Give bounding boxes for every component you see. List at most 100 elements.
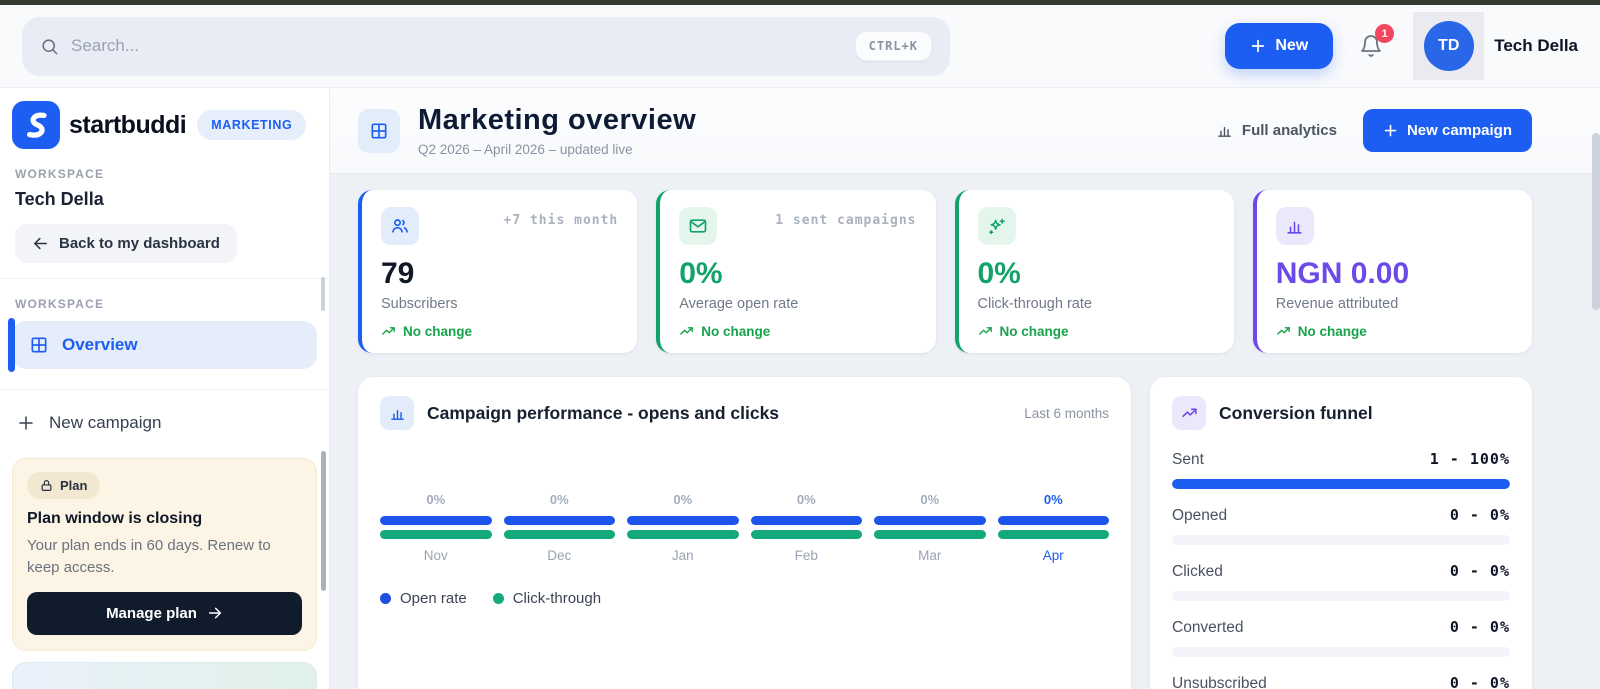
nav-section-label: WORKSPACE [15,297,105,311]
bar-value-label: 0% [549,492,569,507]
click-through-bar [750,530,862,539]
funnel-label: Clicked [1172,563,1223,580]
full-analytics-button[interactable]: Full analytics [1216,122,1337,139]
stats-row: +7 this month 79 Subscribers No change 1… [358,190,1532,353]
legend-open-rate: Open rate [380,590,467,607]
open-rate-bar [503,516,615,525]
open-rate-bar [627,516,739,525]
brand-badge: MARKETING [197,110,307,140]
legend-click-through: Click-through [492,590,602,607]
workspace-label: WORKSPACE [15,167,105,181]
legend-dot-blue [380,593,391,604]
legend-label: Click-through [512,590,602,607]
new-button-label: New [1275,37,1309,54]
top-bar: CTRL+K New 1 TD Tech Della [0,5,1600,88]
page-scrollbar-thumb[interactable] [1592,133,1600,310]
bar-value-label: 0% [673,492,693,507]
stat-change-label: No change [1297,324,1367,339]
chart-column: 0% Mar [874,492,986,563]
conversion-funnel-card: Conversion funnel Sent 1 - 100% Opened 0… [1150,377,1532,689]
x-axis-label: Dec [547,548,572,563]
stat-value: 0% [679,257,723,290]
search-icon [42,38,58,54]
stat-change: No change [679,324,916,339]
funnel-bar-track [1172,535,1510,545]
funnel-value: 0 - 0% [1449,562,1510,580]
notifications-button[interactable]: 1 [1359,24,1395,59]
bar-value-label: 0% [796,492,816,507]
funnel-label: Sent [1172,451,1204,468]
plan-title: Plan window is closing [27,510,203,527]
page-subtitle: Q2 2026 – April 2026 – updated live [418,142,633,157]
funnel-value: 0 - 0% [1449,618,1510,636]
chart-title: Campaign performance - opens and clicks [427,402,780,423]
funnel-value: 1 - 100% [1429,450,1510,468]
funnel-bar-track [1172,647,1510,657]
x-axis-label: Feb [794,548,818,563]
back-to-dashboard-button[interactable]: Back to my dashboard [15,224,237,263]
campaign-performance-card: Campaign performance - opens and clicks … [358,377,1131,689]
stat-change-label: No change [999,324,1069,339]
trend-up-icon [382,327,395,335]
new-button[interactable]: New [1225,23,1334,69]
chart-range: Last 6 months [1024,405,1109,421]
funnel-row-clicked: Clicked 0 - 0% [1172,562,1510,601]
avatar: TD [1423,21,1474,71]
startbuddi-logo-icon [12,101,60,149]
overview-grid-icon [358,108,400,153]
chart-column: 0% Feb [750,492,862,563]
funnel-value: 0 - 0% [1449,674,1510,689]
bar-chart: 0% Nov 0% Dec 0% Jan 0% Feb 0% Mar 0% Ap… [380,492,1109,563]
divider [0,389,329,390]
workspace-name: Tech Della [15,189,104,209]
stat-label: Subscribers [381,296,458,312]
stat-card-click-through: 0% Click-through rate No change [954,190,1234,353]
users-icon [381,207,419,245]
chart-column: 0% Nov [380,492,492,563]
stat-meta: 1 sent campaigns [775,213,917,228]
stat-label: Click-through rate [977,296,1092,312]
page-header: Marketing overview Q2 2026 – April 2026 … [330,88,1600,174]
divider [0,278,329,279]
bar-chart-icon [1275,207,1314,245]
page-title: Marketing overview [418,104,697,136]
stat-label: Average open rate [679,296,799,312]
click-through-bar [503,530,615,539]
click-through-bar [380,530,492,539]
manage-plan-button[interactable]: Manage plan [27,591,302,635]
open-rate-bar [874,516,986,525]
full-analytics-label: Full analytics [1241,122,1337,139]
funnel-row-unsubscribed: Unsubscribed 0 - 0% [1172,674,1510,689]
trend-up-icon [1276,327,1290,335]
sidebar-item-new-campaign[interactable]: New campaign [0,396,329,450]
user-name: Tech Della [1494,36,1578,55]
stat-change: No change [381,324,618,339]
sidebar: startbuddi MARKETING WORKSPACE Tech Dell… [0,88,330,689]
bar-value-label: 0% [920,492,940,507]
new-campaign-button[interactable]: New campaign [1362,109,1532,152]
notification-badge: 1 [1375,24,1395,43]
main-content: Marketing overview Q2 2026 – April 2026 … [330,88,1600,689]
sidebar-scrollbar-thumb[interactable] [321,451,326,591]
plan-card: Plan Plan window is closing Your plan en… [12,458,317,651]
open-rate-bar [380,516,492,525]
user-avatar-button[interactable]: TD [1413,12,1485,80]
sidebar-item-overview[interactable]: Overview [8,318,317,372]
search-shortcut-badge: CTRL+K [854,31,932,61]
stat-change: No change [978,324,1215,339]
click-through-bar [874,530,986,539]
stat-label: Revenue attributed [1275,296,1399,312]
arrow-left-icon [34,237,47,250]
legend-dot-green [492,593,504,604]
search-box[interactable]: CTRL+K [22,16,950,76]
manage-plan-label: Manage plan [106,604,197,622]
funnel-bar-track [1172,591,1510,601]
mail-icon [679,207,718,245]
search-input[interactable] [71,36,843,56]
chart-column-highlighted: 0% Apr [997,492,1109,563]
trend-up-icon [680,327,694,335]
sidebar-scrollbar[interactable] [321,277,325,311]
plus-icon [19,416,33,430]
trend-up-icon [978,327,992,335]
lock-icon [41,480,52,491]
